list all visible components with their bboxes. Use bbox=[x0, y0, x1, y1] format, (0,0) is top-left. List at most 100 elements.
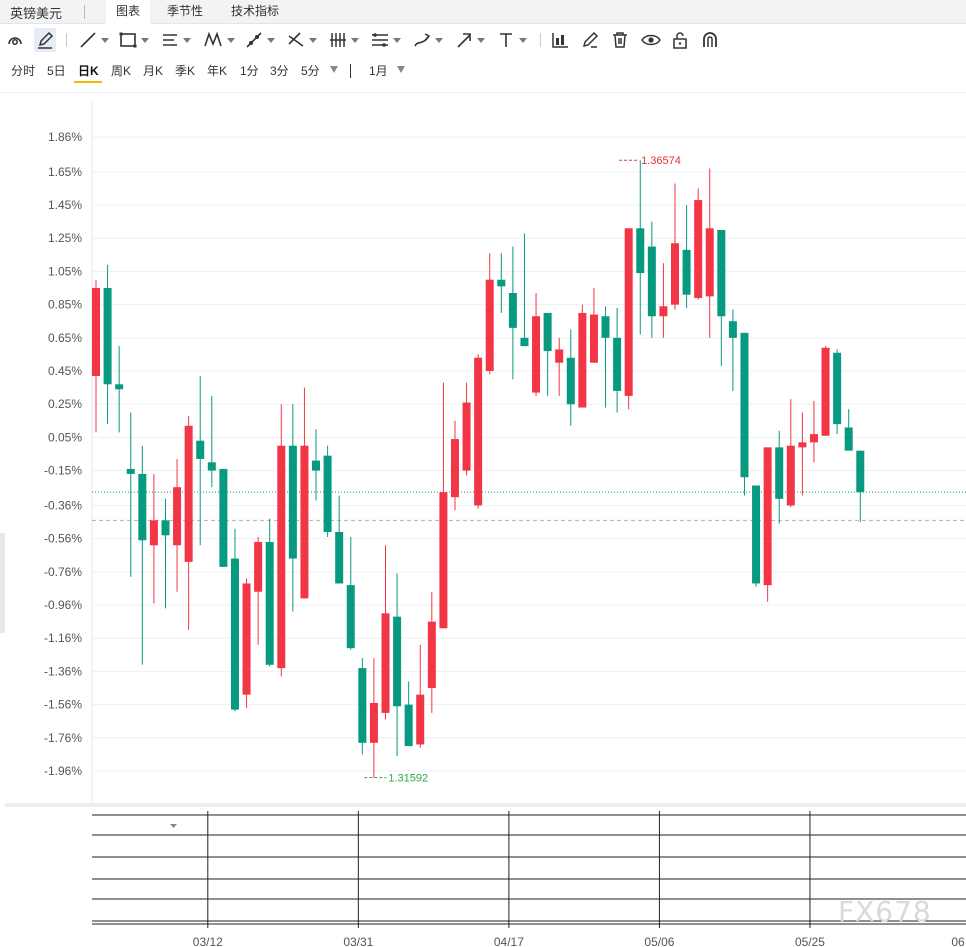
y-tick-label: 1.86% bbox=[48, 130, 82, 144]
pattern-icon[interactable] bbox=[202, 28, 235, 52]
tab-technical-indicators[interactable]: 技术指标 bbox=[221, 0, 289, 24]
parallel-lines-icon[interactable] bbox=[160, 28, 191, 52]
rectangle-icon[interactable] bbox=[118, 28, 149, 52]
indicator-bars-icon[interactable] bbox=[550, 28, 570, 52]
ray-icon[interactable] bbox=[244, 28, 275, 52]
gann-icon[interactable] bbox=[370, 28, 401, 52]
candle-up bbox=[300, 445, 309, 599]
active-period-indicator bbox=[74, 81, 102, 83]
period-yearly-k[interactable]: 年K bbox=[207, 62, 227, 79]
candle-down bbox=[196, 440, 205, 459]
x-tick-label: 05/25 bbox=[795, 935, 825, 947]
cross-lines-icon[interactable] bbox=[286, 28, 317, 52]
y-tick-label: -1.16% bbox=[44, 631, 82, 645]
y-tick-label: 0.05% bbox=[48, 430, 82, 444]
unlock-icon[interactable] bbox=[670, 28, 690, 52]
candle-down bbox=[219, 468, 228, 567]
candle-down bbox=[497, 279, 506, 287]
candle-up bbox=[439, 492, 448, 629]
candle-down bbox=[115, 384, 124, 390]
period-bar: 分时 5日 日K 周K 月K 季K 年K 1分 3分 5分 1月 bbox=[0, 56, 966, 84]
candle-up bbox=[659, 306, 668, 317]
candle-down bbox=[752, 485, 761, 584]
candle-up bbox=[149, 520, 158, 546]
candle-down bbox=[288, 445, 297, 559]
candle-up bbox=[173, 487, 182, 546]
period-daily-k[interactable]: 日K bbox=[78, 62, 99, 79]
chevron-down-icon bbox=[393, 37, 401, 43]
candle-down bbox=[856, 450, 865, 493]
tab-separator bbox=[84, 5, 85, 19]
x-tick-label: 05/06 bbox=[644, 935, 674, 947]
period-quarterly-k[interactable]: 季K bbox=[175, 62, 195, 79]
y-tick-label: -0.76% bbox=[44, 565, 82, 579]
candle-down bbox=[775, 447, 784, 499]
candle-down bbox=[230, 558, 239, 710]
candle-up bbox=[277, 445, 286, 669]
range-dropdown-icon[interactable] bbox=[397, 66, 405, 73]
x-tick-label: 06 bbox=[951, 935, 965, 947]
candle-up bbox=[427, 621, 436, 689]
y-tick-label: 0.65% bbox=[48, 331, 82, 345]
tab-seasonality[interactable]: 季节性 bbox=[157, 0, 213, 24]
candle-down bbox=[138, 473, 147, 541]
candle-up bbox=[809, 434, 818, 443]
candle-up bbox=[254, 541, 263, 592]
candle-down bbox=[265, 541, 274, 665]
y-tick-label: 0.45% bbox=[48, 364, 82, 378]
magnet-icon[interactable] bbox=[5, 28, 25, 52]
y-tick-label: 0.25% bbox=[48, 397, 82, 411]
chart-panel[interactable]: 1.86% 1.65% 1.45% 1.25% 1.05% 0.85% 0.65% 0.45%… bbox=[0, 92, 966, 947]
candle-down bbox=[103, 288, 112, 385]
high-price-label: 1.36574 bbox=[641, 155, 681, 167]
period-monthly-k[interactable]: 月K bbox=[143, 62, 163, 79]
tab-chart[interactable]: 图表 bbox=[106, 0, 151, 24]
candle-up bbox=[786, 445, 795, 506]
candle-up bbox=[369, 702, 378, 743]
y-tick-label: -1.96% bbox=[44, 764, 82, 778]
candle-up bbox=[381, 613, 390, 713]
candle-up bbox=[671, 243, 679, 305]
period-weekly-k[interactable]: 周K bbox=[111, 62, 131, 79]
trend-line-icon[interactable] bbox=[78, 28, 109, 52]
candle-up bbox=[532, 316, 541, 393]
brush-icon[interactable] bbox=[412, 28, 443, 52]
more-periods-dropdown[interactable] bbox=[330, 66, 338, 73]
candlestick-chart[interactable]: 1.86% 1.65% 1.45% 1.25% 1.05% 0.85% 0.65% 0.45%… bbox=[0, 93, 966, 947]
pencil-draw-icon[interactable] bbox=[34, 28, 56, 52]
indicator-dropdown-icon bbox=[170, 824, 177, 828]
candle-down bbox=[323, 455, 332, 533]
candle-down bbox=[601, 316, 610, 338]
candle-up bbox=[184, 425, 193, 562]
magnet-snap-icon[interactable] bbox=[700, 28, 720, 52]
text-icon[interactable] bbox=[496, 28, 527, 52]
candle-down bbox=[346, 585, 355, 649]
candle-up bbox=[242, 583, 251, 695]
period-divider bbox=[350, 64, 351, 78]
candle-up bbox=[462, 402, 471, 471]
period-5-day[interactable]: 5日 bbox=[47, 62, 66, 79]
x-tick-label: 03/12 bbox=[193, 935, 223, 947]
period-5-min[interactable]: 5分 bbox=[301, 62, 320, 79]
candle-down bbox=[682, 249, 691, 295]
fibonacci-icon[interactable] bbox=[328, 28, 359, 52]
chevron-down-icon bbox=[267, 37, 275, 43]
period-intraday[interactable]: 分时 bbox=[11, 62, 35, 79]
edit-icon[interactable] bbox=[580, 28, 600, 52]
candle-down bbox=[833, 352, 842, 425]
arrow-icon[interactable] bbox=[454, 28, 485, 52]
range-selector[interactable]: 1月 bbox=[369, 62, 388, 79]
eye-icon[interactable] bbox=[640, 28, 662, 52]
candle-down bbox=[566, 357, 575, 405]
candle-down bbox=[520, 337, 529, 347]
candle-down bbox=[728, 321, 737, 338]
candle-up bbox=[589, 314, 598, 363]
trash-icon[interactable] bbox=[610, 28, 630, 52]
candle-up bbox=[763, 447, 772, 586]
candle-down bbox=[358, 668, 367, 743]
y-tick-label: 0.85% bbox=[48, 298, 82, 312]
y-tick-label: -0.36% bbox=[44, 498, 82, 512]
chevron-down-icon bbox=[141, 37, 149, 43]
period-3-min[interactable]: 3分 bbox=[270, 62, 289, 79]
period-1-min[interactable]: 1分 bbox=[240, 62, 259, 79]
